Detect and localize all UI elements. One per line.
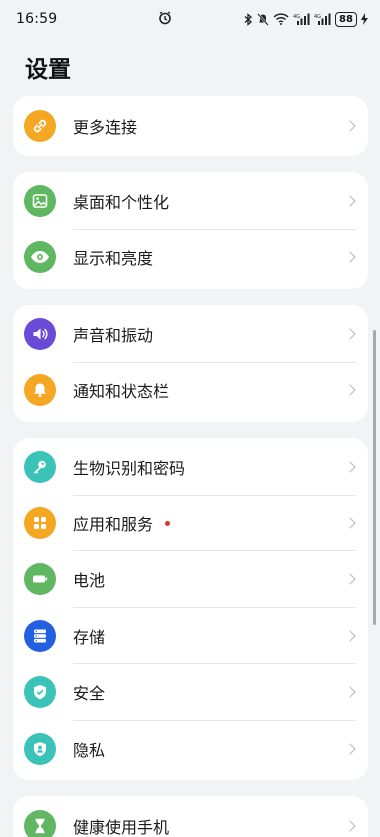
bell-icon <box>24 373 56 406</box>
group-system: 生物识别和密码 应用和服务 电池 存储 安全 隐私 <box>13 438 368 780</box>
settings-item-label: 存储 <box>73 627 106 647</box>
shield-icon <box>24 676 56 709</box>
settings-item-label: 应用和服务 <box>73 514 154 534</box>
status-time: 16:59 <box>16 11 58 27</box>
privacy-icon <box>24 732 56 765</box>
status-icons: 4G 4G 88 <box>244 11 368 27</box>
link-icon <box>24 110 56 142</box>
settings-item-privacy[interactable]: 隐私 <box>13 721 368 778</box>
image-icon <box>24 185 56 218</box>
wifi-icon <box>273 13 289 25</box>
settings-item-security[interactable]: 安全 <box>13 664 368 721</box>
alarm-icon <box>158 11 172 25</box>
settings-item-label: 安全 <box>73 684 106 704</box>
key-icon <box>24 451 56 484</box>
mute-icon <box>257 12 269 26</box>
chevron-right-icon <box>344 195 356 207</box>
chevron-right-icon <box>344 120 356 132</box>
group-connections: 更多连接 <box>13 96 368 156</box>
settings-item-desktop-personalization[interactable]: 桌面和个性化 <box>13 173 368 230</box>
chevron-right-icon <box>344 686 356 698</box>
settings-item-digital-wellbeing[interactable]: 健康使用手机 <box>13 798 368 837</box>
settings-item-label: 通知和状态栏 <box>73 381 170 401</box>
settings-item-display-brightness[interactable]: 显示和亮度 <box>13 229 368 286</box>
bluetooth-icon <box>244 12 253 26</box>
apps-icon <box>24 506 56 539</box>
group-sound-notifications: 声音和振动 通知和状态栏 <box>13 305 368 422</box>
settings-item-label: 生物识别和密码 <box>73 459 186 479</box>
chevron-right-icon <box>344 384 356 396</box>
group-wellbeing: 健康使用手机 <box>13 796 368 837</box>
chevron-right-icon <box>344 328 356 340</box>
settings-item-label: 显示和亮度 <box>73 248 154 268</box>
settings-item-biometrics-password[interactable]: 生物识别和密码 <box>13 439 368 496</box>
scrollbar[interactable] <box>373 330 376 625</box>
battery-level: 88 <box>335 11 357 27</box>
settings-item-label: 更多连接 <box>73 118 138 137</box>
chevron-right-icon <box>344 251 356 263</box>
settings-item-label: 电池 <box>73 571 106 591</box>
chevron-right-icon <box>344 461 356 473</box>
eye-icon <box>24 240 56 273</box>
settings-item-label: 隐私 <box>73 740 106 760</box>
settings-item-more-connections[interactable]: 更多连接 <box>13 96 368 156</box>
chevron-right-icon <box>344 630 356 642</box>
settings-item-label: 健康使用手机 <box>73 818 170 837</box>
settings-item-label: 声音和振动 <box>73 326 154 346</box>
settings-item-sound-vibration[interactable]: 声音和振动 <box>13 306 368 363</box>
settings-item-battery[interactable]: 电池 <box>13 551 368 608</box>
chevron-right-icon <box>344 743 356 755</box>
chevron-right-icon <box>344 820 356 832</box>
chevron-right-icon <box>344 573 356 585</box>
chevron-right-icon <box>344 517 356 529</box>
settings-item-apps-services[interactable]: 应用和服务 <box>13 495 368 551</box>
svg-text:4G: 4G <box>314 14 321 20</box>
battery-icon <box>24 563 56 596</box>
page-title: 设置 <box>25 57 71 83</box>
signal-icon: 4G <box>293 13 310 25</box>
speaker-icon <box>24 318 56 351</box>
settings-item-storage[interactable]: 存储 <box>13 608 368 664</box>
svg-text:4G: 4G <box>293 14 300 20</box>
storage-icon <box>24 619 56 652</box>
notification-badge <box>165 520 170 526</box>
settings-item-label: 桌面和个性化 <box>73 193 170 213</box>
settings-item-notifications-statusbar[interactable]: 通知和状态栏 <box>13 362 368 419</box>
signal-icon: 4G <box>314 13 331 25</box>
status-bar: 16:59 4G 4G 88 <box>0 0 380 38</box>
group-personalization: 桌面和个性化 显示和亮度 <box>13 172 368 289</box>
hourglass-icon <box>24 810 56 837</box>
charging-icon <box>361 13 368 25</box>
